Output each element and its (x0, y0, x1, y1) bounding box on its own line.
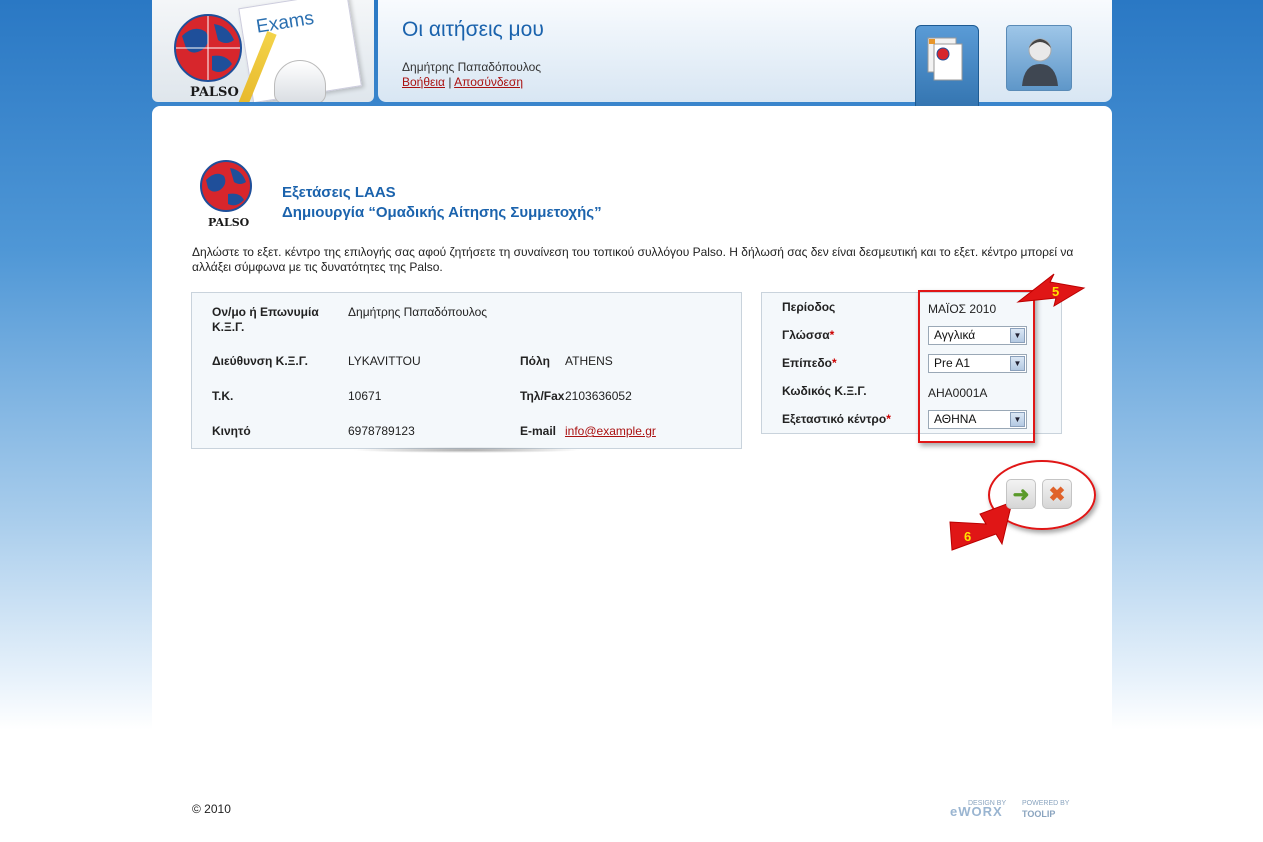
city-label: Πόλη (520, 354, 550, 368)
cancel-button[interactable]: ✖ (1042, 479, 1072, 509)
exam-subtitle: Δημιουργία “Ομαδικής Αίτησης Συμμετοχής” (282, 204, 602, 221)
language-label: Γλώσσα* (782, 328, 835, 342)
city-value: ATHENS (565, 354, 613, 368)
user-icon (1022, 38, 1058, 86)
center-label: Εξεταστικό κέντρο* (782, 412, 891, 426)
phone-value: 2103636052 (565, 389, 632, 403)
user-name: Δημήτρης Παπαδόπουλος (402, 60, 542, 74)
name-label: Ον/μο ή Επωνυμία Κ.Ξ.Γ. (212, 305, 319, 334)
header-title-area: Οι αιτήσεις μου Δημήτρης Παπαδόπουλος Βο… (378, 0, 1112, 102)
header-links: Βοήθεια | Αποσύνδεση (402, 75, 523, 89)
palso-logo-icon: PALSO (200, 160, 252, 228)
level-label: Επίπεδο* (782, 356, 837, 370)
svg-text:5: 5 (1052, 284, 1059, 299)
code-label: Κωδικός Κ.Ξ.Γ. (782, 384, 867, 398)
submit-button[interactable]: ➜ (1006, 479, 1036, 509)
powered-by-label: POWERED BY (1022, 800, 1070, 807)
highlight-box (918, 290, 1035, 443)
copyright: © 2010 (192, 802, 231, 816)
page-title: Οι αιτήσεις μου (402, 18, 544, 41)
mobile-label: Κινητό (212, 424, 251, 438)
intro-text: Δηλώστε το εξετ. κέντρο της επιλογής σας… (192, 245, 1074, 274)
platform-logo: TOOLIP (1022, 809, 1056, 819)
address-value: LYKAVITTOU (348, 354, 421, 368)
svg-text:PALSO: PALSO (190, 85, 239, 98)
svg-text:6: 6 (964, 529, 971, 544)
mobile-value: 6978789123 (348, 424, 415, 438)
palso-exams-logo[interactable]: PALSO Exams (152, 0, 374, 102)
exams-label: Exams (254, 7, 316, 38)
email-label: E-mail (520, 424, 557, 438)
tab-profile[interactable] (1006, 25, 1072, 91)
logout-link[interactable]: Αποσύνδεση (454, 75, 523, 89)
footer-credits[interactable]: DESIGN BY eWORX POWERED BY TOOLIP (950, 800, 1074, 822)
help-link[interactable]: Βοήθεια (402, 75, 445, 89)
zip-label: Τ.Κ. (212, 389, 234, 403)
panel-shadow (352, 447, 582, 453)
address-label: Διεύθυνση Κ.Ξ.Γ. (212, 354, 308, 368)
close-icon: ✖ (1048, 483, 1066, 506)
period-label: Περίοδος (782, 300, 836, 314)
documents-icon (927, 37, 963, 81)
arrow-right-icon: ➜ (1012, 483, 1030, 506)
school-info-panel: Ον/μο ή Επωνυμία Κ.Ξ.Γ. Δημήτρης Παπαδόπ… (191, 292, 742, 449)
email-value: info@example.gr (565, 424, 656, 439)
name-value: Δημήτρης Παπαδόπουλος (348, 305, 488, 319)
link-separator: | (448, 75, 452, 89)
designer-logo: eWORX (950, 804, 1003, 819)
email-link[interactable]: info@example.gr (565, 424, 656, 438)
page-frame: PALSO Exams Οι αιτήσεις μου Δημήτρης Παπ… (152, 0, 1112, 842)
svg-text:PALSO: PALSO (208, 216, 250, 228)
zip-value: 10671 (348, 389, 382, 403)
phone-label: Τηλ/Fax (520, 389, 565, 403)
exam-title: Εξετάσεις LAAS (282, 184, 396, 201)
content-panel: PALSO Εξετάσεις LAAS Δημιουργία “Ομαδική… (152, 106, 1112, 842)
callout-arrow-5: 5 (1016, 273, 1086, 308)
